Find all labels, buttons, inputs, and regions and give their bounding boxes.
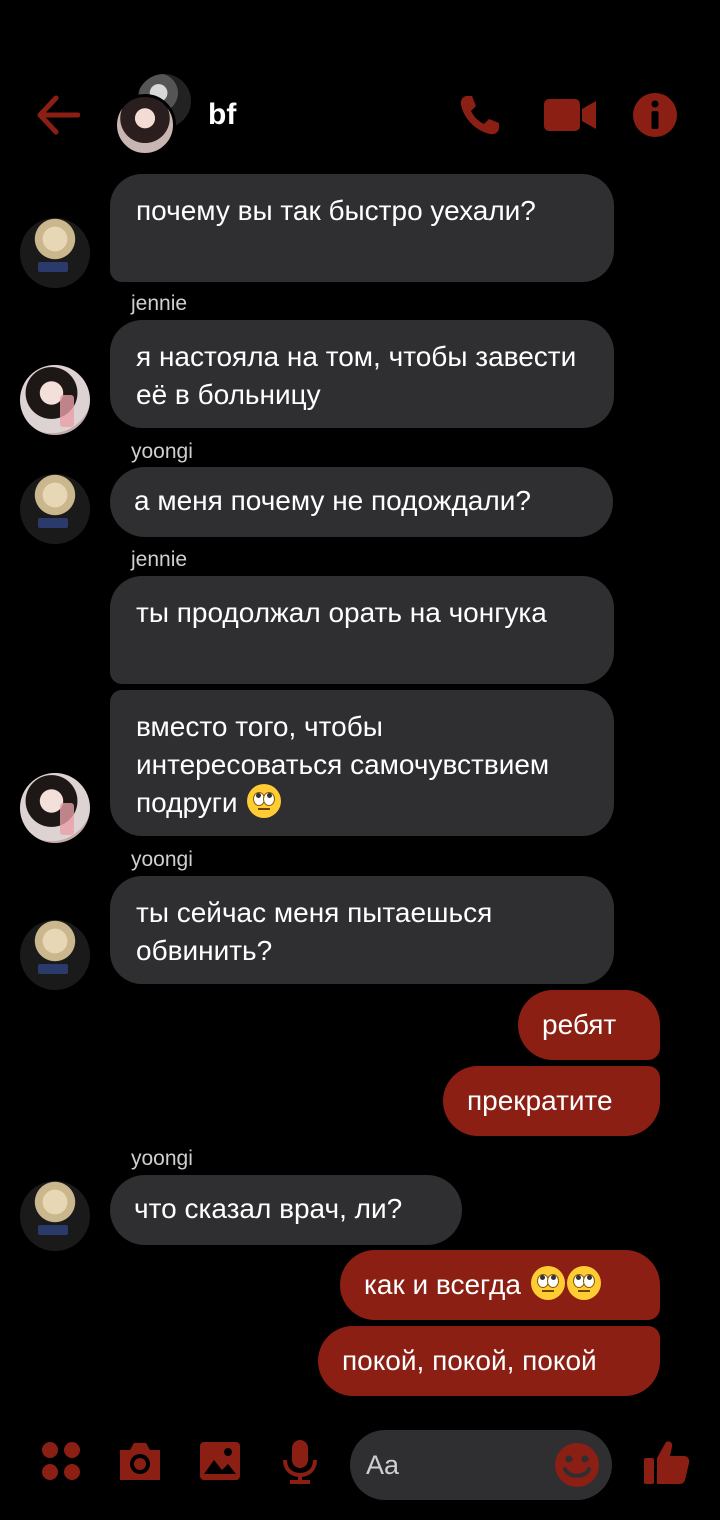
group-avatar-primary[interactable] [114,94,176,156]
back-arrow-icon[interactable] [34,92,80,138]
sender-name: jennie [131,292,188,315]
avatar-jennie[interactable] [20,773,90,843]
message-bubble[interactable]: ты сейчас меня пытаешься обвинить? [110,876,614,984]
message-input[interactable]: Aa [350,1430,612,1500]
message-bubble[interactable]: я настояла на том, чтобы завести её в бо… [110,320,614,428]
sender-name: yoongi [131,848,193,871]
message-input-placeholder: Aa [366,1450,400,1480]
like-icon[interactable] [644,1438,690,1486]
eye-roll-emoji-icon [566,1266,601,1300]
gallery-icon[interactable] [198,1440,242,1482]
avatar-yoongi[interactable] [20,218,90,288]
message-bubble-outgoing[interactable]: прекратите [443,1066,660,1136]
message-bubble[interactable]: вместо того, чтобы интересоваться самочу… [110,690,614,836]
avatar-jennie[interactable] [20,365,90,435]
eye-roll-emoji-icon [247,784,282,818]
message-text: как и всегда [364,1269,521,1300]
message-bubble-outgoing[interactable]: ребят [518,990,660,1060]
camera-icon[interactable] [116,1440,164,1482]
avatar-yoongi[interactable] [20,474,90,544]
chat-title[interactable]: bf [208,98,236,132]
avatar-yoongi[interactable] [20,920,90,990]
info-icon[interactable] [632,92,678,138]
message-text: вместо того, чтобы интересоваться самочу… [136,711,550,818]
message-bubble-outgoing[interactable]: покой, покой, покой [318,1326,660,1396]
menu-dots-icon[interactable] [40,1440,82,1482]
emoji-icon[interactable] [554,1442,600,1488]
avatar-yoongi[interactable] [20,1181,90,1251]
sender-name: jennie [131,548,188,571]
sender-name: yoongi [131,440,193,463]
message-bubble[interactable]: ты продолжал орать на чонгука [110,576,614,684]
message-bubble-outgoing[interactable]: как и всегда [340,1250,660,1320]
mic-icon[interactable] [282,1440,318,1484]
message-bubble[interactable]: почему вы так быстро уехали? [110,174,614,282]
message-bubble[interactable]: что сказал врач, ли? [110,1175,462,1245]
eye-roll-emoji-icon [530,1266,565,1300]
video-icon[interactable] [544,97,596,133]
phone-icon[interactable] [457,92,503,138]
message-bubble[interactable]: а меня почему не подождали? [110,467,613,537]
sender-name: yoongi [131,1147,193,1170]
